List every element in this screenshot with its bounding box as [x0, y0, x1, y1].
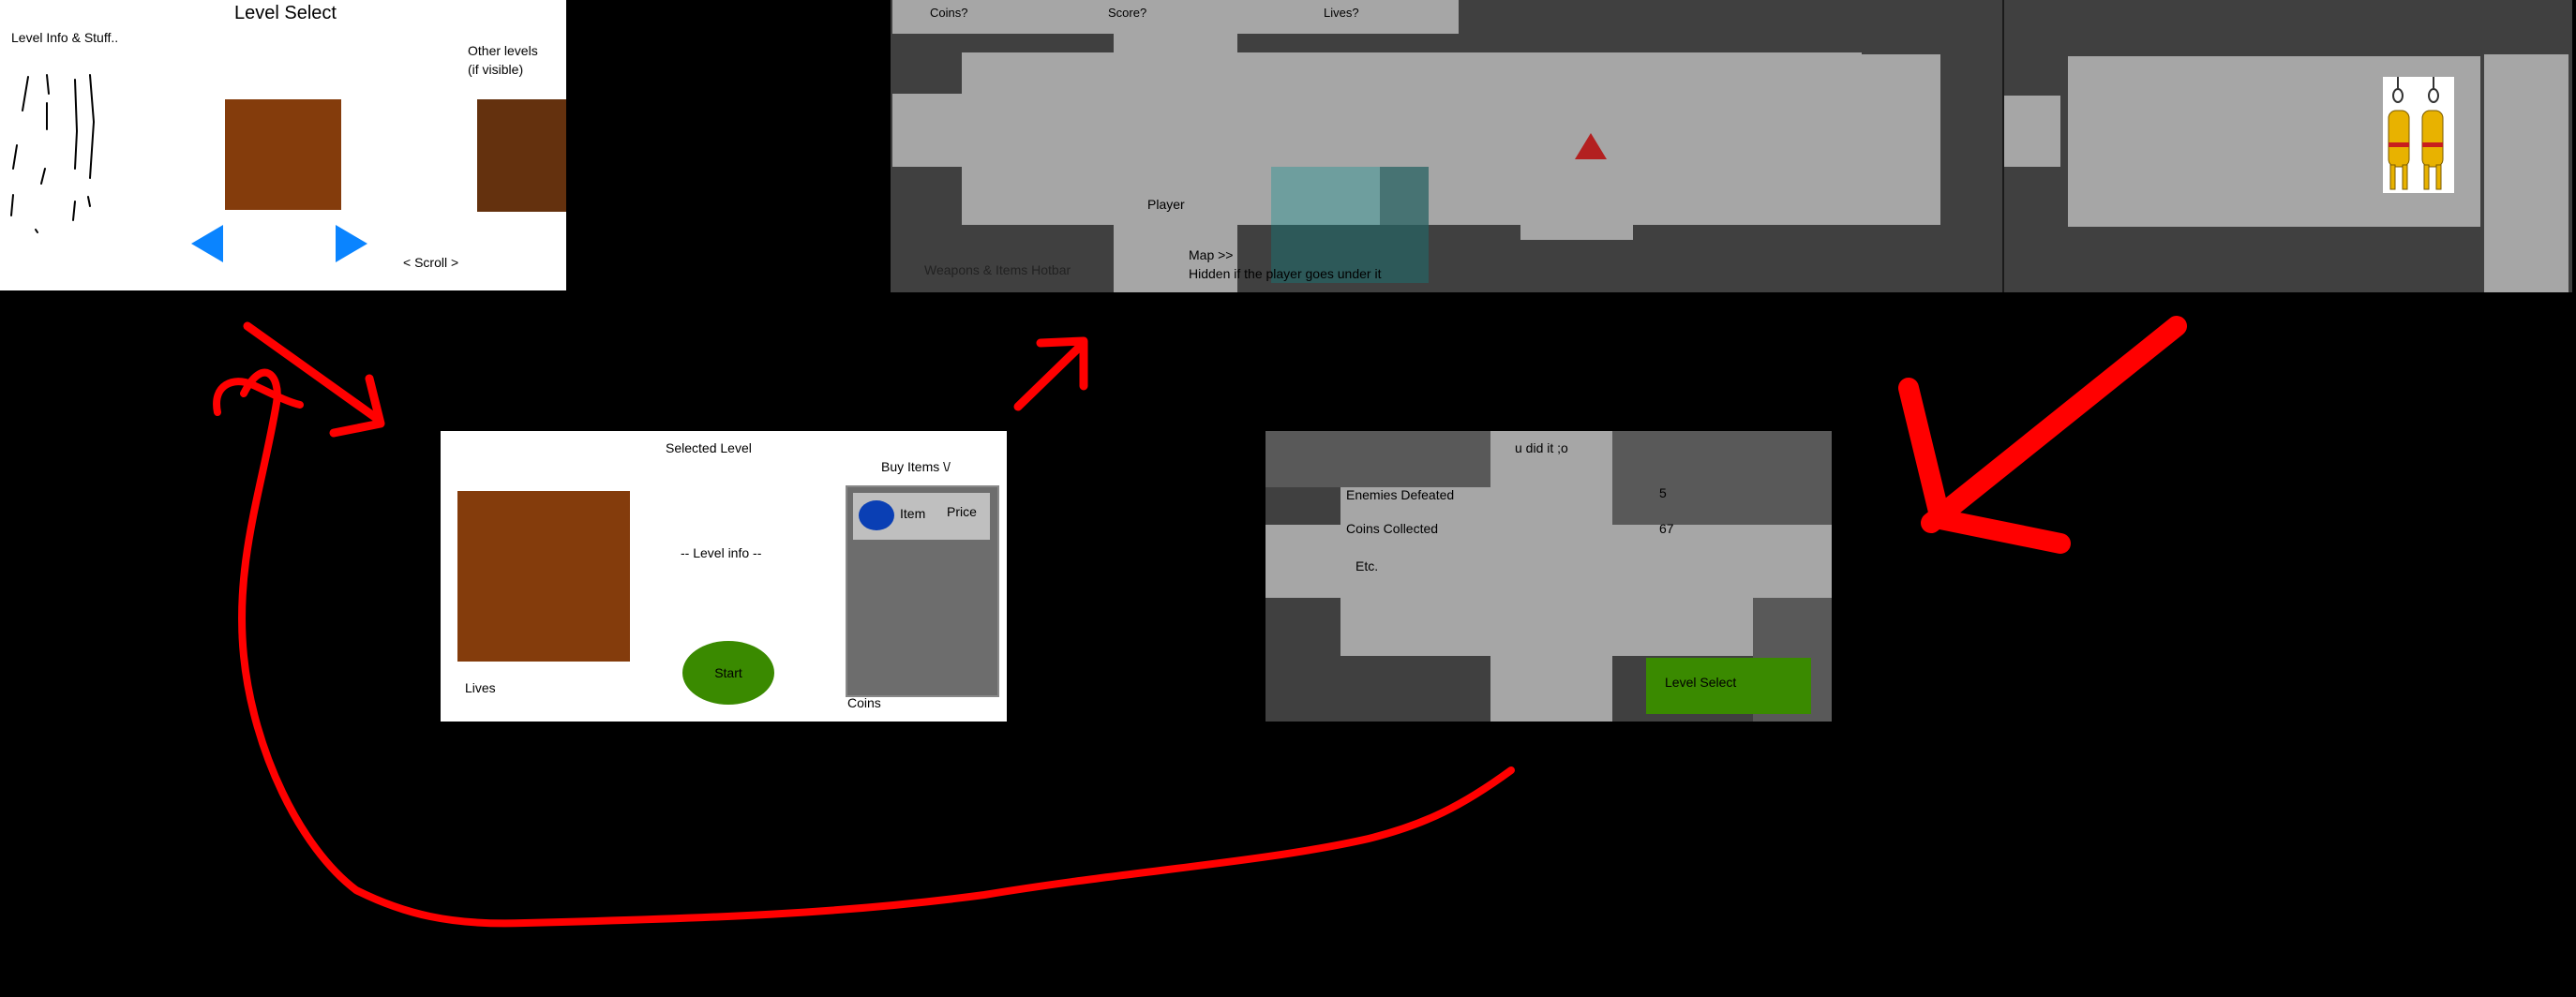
flow-arrow-to-gameplay: [1013, 338, 1088, 411]
flow-arrow-to-results-head: [1898, 378, 2071, 554]
flow-arrows: [213, 316, 2187, 928]
flow-arrow-loop-head: [213, 378, 304, 416]
flow-arrow-loop: [238, 368, 1515, 928]
flow-arrow-to-results: [1921, 316, 2187, 533]
